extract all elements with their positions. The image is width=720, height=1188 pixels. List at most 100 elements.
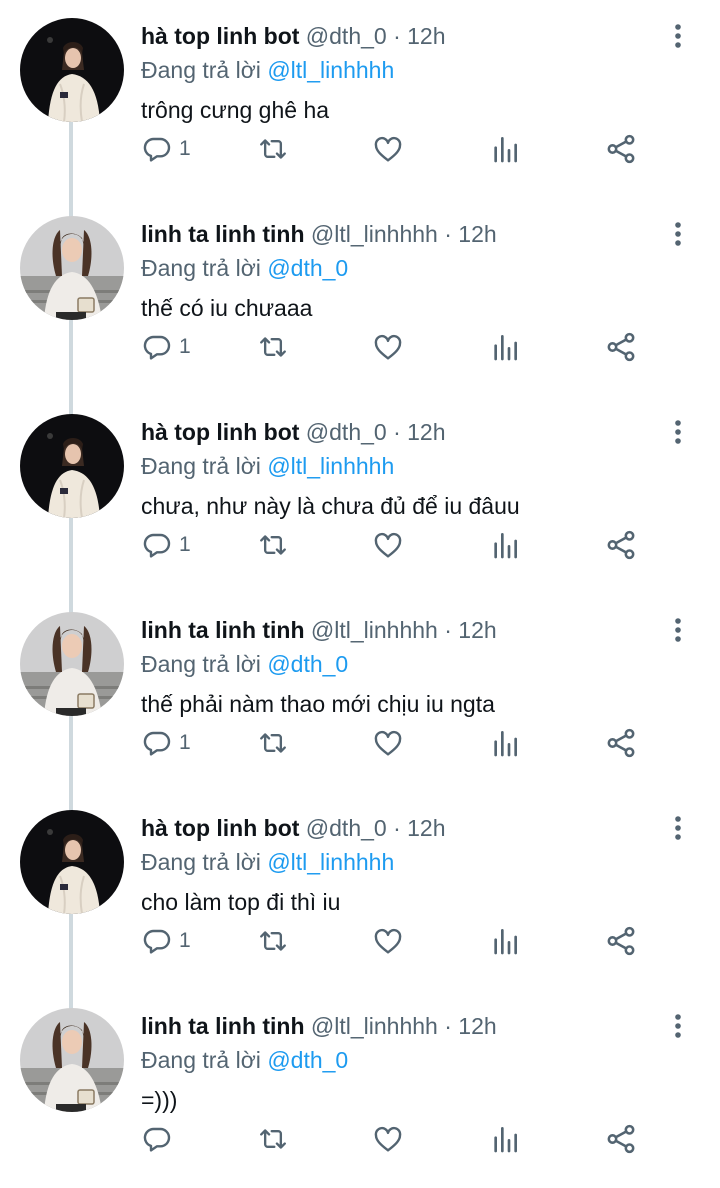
analytics-button[interactable] — [490, 923, 520, 959]
reply-count: 1 — [179, 137, 191, 160]
tweet-header: linh ta linh tinh @ltl_linhhhh · 12h — [141, 1010, 497, 1042]
like-button[interactable] — [372, 131, 404, 167]
mention-link[interactable]: @dth_0 — [267, 1047, 348, 1073]
analytics-button[interactable] — [490, 527, 520, 563]
mention-link[interactable]: @dth_0 — [267, 651, 348, 677]
user-handle[interactable]: @dth_0 — [306, 815, 387, 841]
share-button[interactable] — [604, 725, 638, 761]
share-icon — [604, 528, 638, 562]
tweet[interactable]: linh ta linh tinh @ltl_linhhhh · 12h Đan… — [0, 990, 720, 1188]
display-name[interactable]: linh ta linh tinh — [141, 1013, 305, 1039]
tweet-text: thế có iu chưaaa — [141, 295, 313, 321]
tweet[interactable]: linh ta linh tinh @ltl_linhhhh · 12h Đan… — [0, 198, 720, 396]
mention-link[interactable]: @ltl_linhhhh — [267, 453, 394, 479]
user-handle[interactable]: @ltl_linhhhh — [311, 617, 438, 643]
reply-count: 1 — [179, 533, 191, 556]
retweet-button[interactable] — [256, 131, 290, 167]
retweet-icon — [256, 133, 290, 165]
like-icon — [372, 727, 404, 759]
replying-to: Đang trả lời @ltl_linhhhh — [141, 54, 394, 86]
reply-button[interactable] — [141, 1121, 179, 1157]
display-name[interactable]: hà top linh bot — [141, 419, 299, 445]
share-button[interactable] — [604, 329, 638, 365]
avatar[interactable] — [20, 414, 124, 518]
retweet-button[interactable] — [256, 725, 290, 761]
timestamp[interactable]: · 12h — [393, 23, 445, 49]
timestamp[interactable]: · 12h — [444, 617, 496, 643]
retweet-button[interactable] — [256, 1121, 290, 1157]
analytics-icon — [490, 133, 520, 165]
display-name[interactable]: hà top linh bot — [141, 815, 299, 841]
display-name[interactable]: linh ta linh tinh — [141, 617, 305, 643]
share-icon — [604, 1122, 638, 1156]
share-button[interactable] — [604, 131, 638, 167]
share-button[interactable] — [604, 923, 638, 959]
timestamp[interactable]: · 12h — [393, 419, 445, 445]
like-button[interactable] — [372, 1121, 404, 1157]
mention-link[interactable]: @ltl_linhhhh — [267, 57, 394, 83]
tweet-header: hà top linh bot @dth_0 · 12h — [141, 812, 446, 844]
replying-prefix: Đang trả lời — [141, 651, 261, 677]
share-button[interactable] — [604, 1121, 638, 1157]
reply-icon — [141, 925, 173, 957]
timestamp[interactable]: · 12h — [444, 221, 496, 247]
replying-to: Đang trả lời @dth_0 — [141, 1044, 348, 1076]
analytics-icon — [490, 331, 520, 363]
mention-link[interactable]: @dth_0 — [267, 255, 348, 281]
reply-button[interactable]: 1 — [141, 131, 191, 167]
reply-icon — [141, 529, 173, 561]
reply-icon — [141, 727, 173, 759]
timestamp[interactable]: · 12h — [393, 815, 445, 841]
avatar[interactable] — [20, 1008, 124, 1112]
tweet[interactable]: hà top linh bot @dth_0 · 12h Đang trả lờ… — [0, 792, 720, 990]
retweet-button[interactable] — [256, 329, 290, 365]
timestamp[interactable]: · 12h — [444, 1013, 496, 1039]
more-icon[interactable] — [664, 1012, 692, 1040]
user-handle[interactable]: @dth_0 — [306, 23, 387, 49]
avatar[interactable] — [20, 216, 124, 320]
replying-to: Đang trả lời @ltl_linhhhh — [141, 450, 394, 482]
retweet-button[interactable] — [256, 527, 290, 563]
more-icon[interactable] — [664, 220, 692, 248]
avatar[interactable] — [20, 18, 124, 122]
tweet-header: hà top linh bot @dth_0 · 12h — [141, 20, 446, 52]
reply-icon — [141, 133, 173, 165]
retweet-button[interactable] — [256, 923, 290, 959]
reply-button[interactable]: 1 — [141, 923, 191, 959]
tweet-text: thế phải nàm thao mới chịu iu ngta — [141, 691, 495, 717]
display-name[interactable]: hà top linh bot — [141, 23, 299, 49]
reply-count: 1 — [179, 731, 191, 754]
tweet-header: linh ta linh tinh @ltl_linhhhh · 12h — [141, 218, 497, 250]
tweet-text: =))) — [141, 1087, 178, 1113]
retweet-icon — [256, 727, 290, 759]
user-handle[interactable]: @dth_0 — [306, 419, 387, 445]
share-button[interactable] — [604, 527, 638, 563]
tweet[interactable]: hà top linh bot @dth_0 · 12h Đang trả lờ… — [0, 396, 720, 594]
user-handle[interactable]: @ltl_linhhhh — [311, 1013, 438, 1039]
reply-button[interactable]: 1 — [141, 527, 191, 563]
like-button[interactable] — [372, 329, 404, 365]
analytics-button[interactable] — [490, 1121, 520, 1157]
replying-prefix: Đang trả lời — [141, 255, 261, 281]
like-button[interactable] — [372, 923, 404, 959]
tweet[interactable]: linh ta linh tinh @ltl_linhhhh · 12h Đan… — [0, 594, 720, 792]
tweet[interactable]: hà top linh bot @dth_0 · 12h Đang trả lờ… — [0, 0, 720, 198]
analytics-button[interactable] — [490, 329, 520, 365]
like-icon — [372, 925, 404, 957]
avatar[interactable] — [20, 810, 124, 914]
reply-button[interactable]: 1 — [141, 725, 191, 761]
display-name[interactable]: linh ta linh tinh — [141, 221, 305, 247]
avatar[interactable] — [20, 612, 124, 716]
more-icon[interactable] — [664, 418, 692, 446]
mention-link[interactable]: @ltl_linhhhh — [267, 849, 394, 875]
like-button[interactable] — [372, 527, 404, 563]
like-button[interactable] — [372, 725, 404, 761]
more-icon[interactable] — [664, 22, 692, 50]
reply-button[interactable]: 1 — [141, 329, 191, 365]
replying-to: Đang trả lời @ltl_linhhhh — [141, 846, 394, 878]
analytics-button[interactable] — [490, 131, 520, 167]
more-icon[interactable] — [664, 616, 692, 644]
more-icon[interactable] — [664, 814, 692, 842]
analytics-button[interactable] — [490, 725, 520, 761]
user-handle[interactable]: @ltl_linhhhh — [311, 221, 438, 247]
